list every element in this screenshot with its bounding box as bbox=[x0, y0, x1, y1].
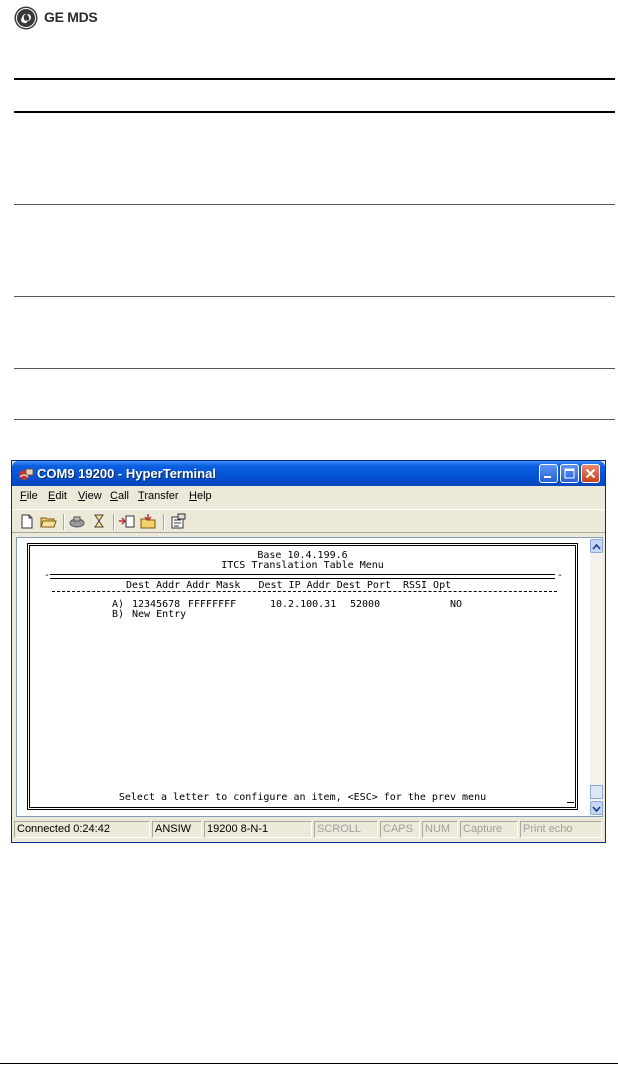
maximize-button[interactable] bbox=[560, 464, 579, 483]
page-bottom-rule bbox=[0, 1063, 618, 1064]
toolbar-separator bbox=[113, 514, 115, 530]
status-caps: CAPS bbox=[380, 821, 420, 838]
terminal-double-rule bbox=[50, 574, 555, 579]
minimize-icon bbox=[544, 476, 551, 478]
status-num: NUM bbox=[422, 821, 458, 838]
call-icon[interactable] bbox=[90, 513, 108, 530]
disconnect-icon[interactable] bbox=[68, 513, 86, 530]
table-header-rule bbox=[14, 111, 615, 113]
menu-edit[interactable]: Edit bbox=[48, 490, 67, 502]
status-port-settings: 19200 8-N-1 bbox=[204, 821, 312, 838]
menu-transfer[interactable]: Transfer bbox=[138, 490, 179, 502]
table-row-rule bbox=[14, 296, 615, 297]
status-capture: Capture bbox=[460, 821, 518, 838]
maximize-icon bbox=[564, 468, 575, 479]
text-cursor bbox=[567, 802, 574, 803]
table-row-rule bbox=[14, 368, 615, 369]
chevron-down-icon bbox=[592, 806, 601, 813]
table-top-rule bbox=[14, 78, 615, 80]
terminal-column-headers: Dest Addr Addr Mask Dest IP Addr Dest Po… bbox=[126, 580, 452, 591]
terminal-footer-prompt: Select a letter to configure an item, <E… bbox=[118, 792, 487, 803]
close-icon bbox=[585, 468, 596, 479]
send-icon[interactable] bbox=[118, 513, 136, 530]
title-bar[interactable]: COM9 19200 - HyperTerminal bbox=[12, 461, 605, 486]
menu-file[interactable]: File bbox=[20, 490, 38, 502]
status-bar: Connected 0:24:42 ANSIW 19200 8-N-1 SCRO… bbox=[14, 821, 603, 839]
status-print-echo: Print echo bbox=[520, 821, 602, 838]
scroll-up-button[interactable] bbox=[590, 539, 603, 553]
scroll-down-button[interactable] bbox=[590, 801, 603, 815]
terminal-dashed-rule bbox=[52, 591, 557, 592]
terminal-screen: Base 10.4.199.6 ITCS Translation Table M… bbox=[27, 543, 578, 810]
scroll-thumb[interactable] bbox=[590, 785, 603, 799]
terminal-area[interactable]: Base 10.4.199.6 ITCS Translation Table M… bbox=[16, 537, 603, 817]
status-connection: Connected 0:24:42 bbox=[14, 821, 150, 838]
menu-view[interactable]: View bbox=[78, 490, 102, 502]
chevron-up-icon bbox=[592, 543, 601, 550]
toolbar-separator bbox=[163, 514, 165, 530]
menu-help[interactable]: Help bbox=[189, 490, 212, 502]
toolbar bbox=[12, 509, 605, 533]
toolbar-separator bbox=[63, 514, 65, 530]
ge-logo-icon bbox=[14, 6, 38, 30]
open-icon[interactable] bbox=[39, 513, 57, 530]
window-title: COM9 19200 - HyperTerminal bbox=[37, 466, 216, 481]
terminal-header-menu-title: ITCS Translation Table Menu bbox=[221, 560, 384, 571]
new-entry-label: New Entry bbox=[132, 609, 187, 620]
table-row-rule bbox=[14, 419, 615, 420]
hyperterminal-window: COM9 19200 - HyperTerminal File Edit Vie… bbox=[11, 460, 606, 843]
menu-bar: File Edit View Call Transfer Help bbox=[12, 488, 605, 506]
brand-name: GE MDS bbox=[44, 9, 98, 25]
new-icon[interactable] bbox=[18, 513, 36, 530]
close-button[interactable] bbox=[581, 464, 600, 483]
menu-call[interactable]: Call bbox=[110, 490, 129, 502]
table-row-rule bbox=[14, 204, 615, 205]
status-emulation: ANSIW bbox=[152, 821, 202, 838]
vertical-scrollbar[interactable] bbox=[590, 539, 603, 815]
properties-icon[interactable] bbox=[169, 513, 187, 530]
receive-icon[interactable] bbox=[139, 513, 157, 530]
minimize-button[interactable] bbox=[539, 464, 558, 483]
hyperterminal-app-icon[interactable] bbox=[18, 466, 34, 482]
status-scroll: SCROLL bbox=[314, 821, 378, 838]
